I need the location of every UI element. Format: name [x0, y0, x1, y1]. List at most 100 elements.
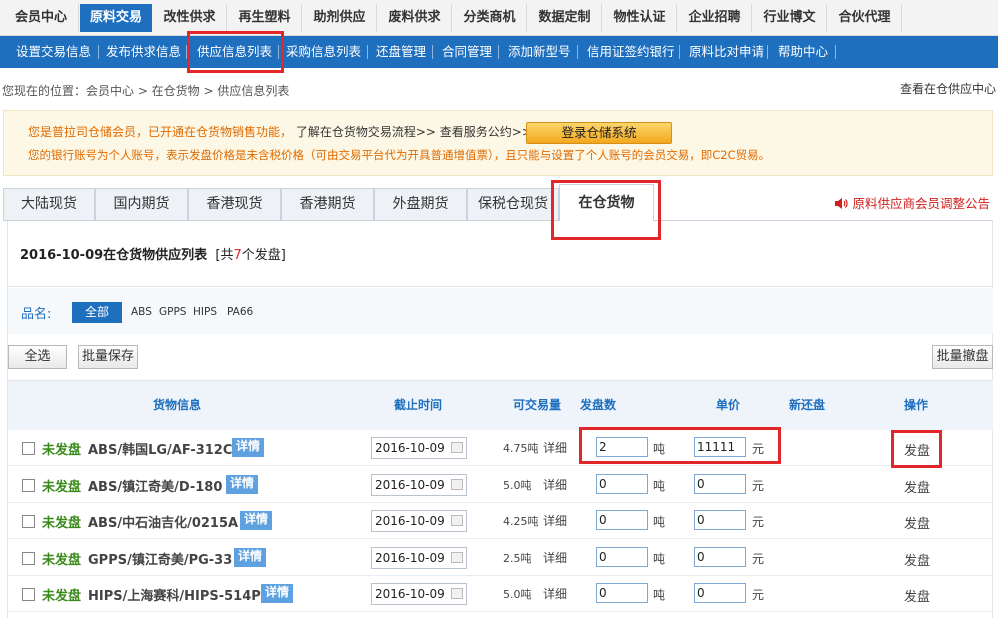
row-offer-button[interactable]: 发盘: [904, 586, 930, 605]
row-price-input[interactable]: 0: [694, 547, 746, 567]
row-available-qty: 5.0吨: [503, 588, 532, 601]
filter-option-pa66[interactable]: PA66: [227, 306, 253, 318]
row-qty-detail-link[interactable]: 详细: [543, 549, 567, 566]
row-offer-qty-input[interactable]: 2: [596, 437, 648, 457]
top-nav-item-recycled-plastic[interactable]: 再生塑料: [228, 4, 302, 32]
row-price-input[interactable]: 0: [694, 474, 746, 494]
row-goods-name: ABS/镇江奇美/D-180: [88, 480, 223, 495]
top-nav-item-property-certification[interactable]: 物性认证: [603, 4, 677, 32]
sub-nav-item-compare-request[interactable]: 原料比对申请: [689, 36, 764, 68]
top-nav-item-recruitment[interactable]: 企业招聘: [678, 4, 752, 32]
row-offer-button[interactable]: 发盘: [904, 440, 930, 459]
top-nav-item-data-customization[interactable]: 数据定制: [528, 4, 602, 32]
top-nav-item-partner-agent[interactable]: 合伙代理: [828, 4, 902, 32]
market-tabs: 大陆现货 国内期货 香港现货 香港期货 外盘期货 保税仓现货 在仓货物: [3, 184, 663, 221]
list-title: 2016-10-09在仓货物供应列表 [共7个发盘]: [20, 244, 286, 263]
top-nav-item-additive-supply[interactable]: 助剂供应: [303, 4, 377, 32]
calendar-icon[interactable]: [451, 588, 463, 599]
row-checkbox[interactable]: [22, 442, 35, 455]
row-qty-detail-link[interactable]: 详细: [543, 476, 567, 493]
announcement-text: 原料供应商会员调整公告: [852, 196, 990, 211]
login-warehouse-button[interactable]: 登录仓储系统: [526, 122, 672, 144]
row-qty-detail-link[interactable]: 详细: [543, 512, 567, 529]
product-filter-label: 品名:: [21, 307, 52, 322]
row-checkbox[interactable]: [22, 515, 35, 528]
row-offer-qty-input[interactable]: 0: [596, 474, 648, 494]
top-nav-item-waste-supply[interactable]: 废料供求: [378, 4, 452, 32]
calendar-icon[interactable]: [451, 552, 463, 563]
row-goods-name: HIPS/上海赛科/HIPS-514P: [88, 589, 261, 604]
sub-nav-divider: [186, 45, 187, 59]
select-all-button[interactable]: 全选: [8, 345, 67, 369]
view-supply-center-link[interactable]: 查看在仓供应中心: [900, 80, 996, 97]
row-detail-badge[interactable]: 详情: [240, 511, 273, 530]
tab-bonded-spot[interactable]: 保税仓现货: [467, 188, 559, 221]
top-nav-item-raw-material-trade[interactable]: 原料交易: [80, 4, 152, 32]
row-offer-unit: 吨: [653, 588, 666, 602]
calendar-icon[interactable]: [451, 479, 463, 490]
top-nav-item-category-business[interactable]: 分类商机: [453, 4, 527, 32]
sub-nav-item-supply-list[interactable]: 供应信息列表: [197, 36, 272, 68]
top-nav-item-modified-supply[interactable]: 改性供求: [153, 4, 227, 32]
service-terms-link[interactable]: 查看服务公约>>: [440, 125, 532, 139]
filter-option-gpps[interactable]: GPPS: [159, 306, 186, 318]
tab-overseas-futures[interactable]: 外盘期货: [374, 188, 467, 221]
row-offer-unit: 吨: [653, 552, 666, 566]
row-qty-detail-link[interactable]: 详细: [543, 439, 567, 456]
batch-save-button[interactable]: 批量保存: [78, 345, 138, 369]
column-header-goods: 货物信息: [153, 398, 202, 412]
row-price-input[interactable]: 0: [694, 583, 746, 603]
sub-nav-item-contract[interactable]: 合同管理: [442, 36, 492, 68]
row-price-input[interactable]: 11111: [694, 437, 746, 457]
row-detail-badge[interactable]: 详情: [261, 584, 294, 603]
sub-nav-item-trade-settings[interactable]: 设置交易信息: [16, 36, 91, 68]
tab-hk-spot[interactable]: 香港现货: [188, 188, 281, 221]
filter-all-button[interactable]: 全部: [72, 302, 122, 323]
member-notice: 您是普拉司仓储会员，已开通在仓货物销售功能， 了解在仓货物交易流程>> 查看服务…: [3, 110, 993, 176]
top-nav-item-member-center[interactable]: 会员中心: [4, 4, 79, 32]
row-offer-button[interactable]: 发盘: [904, 550, 930, 569]
trade-process-link[interactable]: 了解在仓货物交易流程>>: [296, 125, 436, 139]
row-checkbox[interactable]: [22, 552, 35, 565]
row-offer-unit: 吨: [653, 442, 666, 456]
filter-option-abs[interactable]: ABS: [131, 306, 152, 318]
row-checkbox[interactable]: [22, 479, 35, 492]
row-offer-qty-input[interactable]: 0: [596, 510, 648, 530]
sub-nav-item-counter-offer[interactable]: 还盘管理: [376, 36, 426, 68]
list-count-suffix: 个发盘]: [241, 248, 286, 263]
sub-nav-divider: [498, 45, 499, 59]
row-offer-button[interactable]: 发盘: [904, 513, 930, 532]
table-row: 未发盘 HIPS/上海赛科/HIPS-514P 详情 2016-10-09 5.…: [8, 576, 993, 612]
tab-domestic-futures[interactable]: 国内期货: [95, 188, 188, 221]
calendar-icon[interactable]: [451, 442, 463, 453]
row-offer-unit: 吨: [653, 515, 666, 529]
row-detail-badge[interactable]: 详情: [226, 475, 259, 494]
batch-cancel-button[interactable]: 批量撤盘: [932, 345, 993, 369]
list-count-prefix: [共: [215, 248, 234, 263]
notice-text: 您是普拉司仓储会员，已开通在仓货物销售功能，: [28, 125, 293, 139]
row-goods-name: ABS/中石油吉化/0215A: [88, 516, 239, 531]
calendar-icon[interactable]: [451, 515, 463, 526]
top-nav-item-industry-blog[interactable]: 行业博文: [753, 4, 827, 32]
sub-nav-item-publish-supply[interactable]: 发布供求信息: [106, 36, 181, 68]
row-detail-badge[interactable]: 详情: [232, 438, 265, 457]
row-detail-badge[interactable]: 详情: [234, 548, 267, 567]
sub-nav-item-lc-banks[interactable]: 信用证签约银行: [587, 36, 675, 68]
row-offer-qty-input[interactable]: 0: [596, 547, 648, 567]
row-offer-button[interactable]: 发盘: [904, 477, 930, 496]
row-offer-qty-input[interactable]: 0: [596, 583, 648, 603]
announcement-link[interactable]: 原料供应商会员调整公告: [834, 193, 990, 213]
row-price-input[interactable]: 0: [694, 510, 746, 530]
sub-nav-item-help-center[interactable]: 帮助中心: [778, 36, 828, 68]
row-qty-detail-link[interactable]: 详细: [543, 585, 567, 602]
tab-in-warehouse[interactable]: 在仓货物: [559, 184, 654, 221]
table-row: 未发盘 ABS/镇江奇美/D-180 详情 2016-10-09 5.0吨 详细…: [8, 467, 993, 503]
tab-hk-futures[interactable]: 香港期货: [281, 188, 374, 221]
filter-option-hips[interactable]: HIPS: [193, 306, 217, 318]
list-count: 7: [233, 248, 242, 263]
row-checkbox[interactable]: [22, 588, 35, 601]
tab-mainland-spot[interactable]: 大陆现货: [3, 188, 95, 221]
sub-nav-item-add-model[interactable]: 添加新型号: [508, 36, 571, 68]
sub-nav-item-purchase-list[interactable]: 采购信息列表: [286, 36, 361, 68]
notice-line-2: 您的银行账号为个人账号，表示发盘价格是未含税价格（可由交易平台代为开具普通增值票…: [28, 148, 771, 162]
